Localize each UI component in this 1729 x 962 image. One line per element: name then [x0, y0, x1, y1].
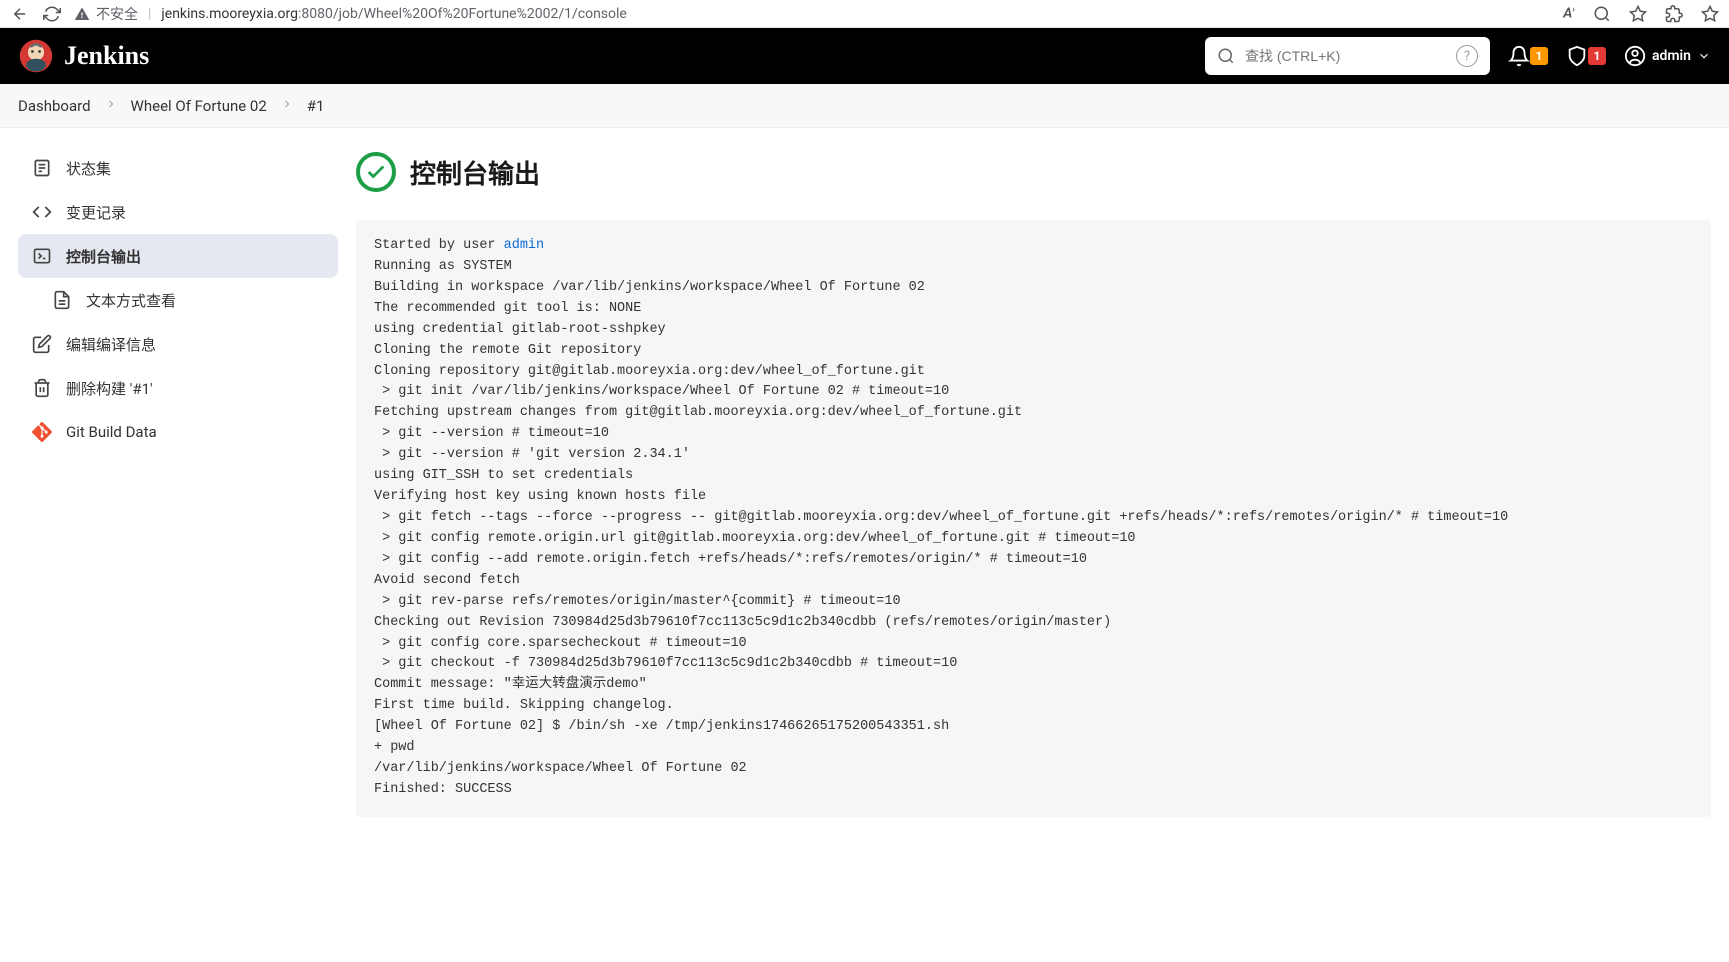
search-box[interactable]: ?: [1205, 37, 1490, 75]
user-icon: [1624, 45, 1646, 67]
sidebar-item-git-build-data[interactable]: Git Build Data: [18, 410, 338, 454]
sidebar-item-label: 控制台输出: [66, 246, 141, 267]
user-menu[interactable]: admin: [1624, 45, 1711, 67]
url-text: jenkins.mooreyxia.org:8080/job/Wheel%20O…: [161, 6, 626, 22]
extensions-icon[interactable]: [1665, 5, 1683, 23]
jenkins-logo-icon: [18, 38, 54, 74]
sidebar-item-label: 文本方式查看: [86, 290, 176, 311]
user-name: admin: [1652, 48, 1691, 64]
document-icon: [32, 158, 52, 178]
zoom-icon[interactable]: [1593, 5, 1611, 23]
breadcrumb-build[interactable]: #1: [307, 97, 325, 115]
read-aloud-icon[interactable]: A›: [1563, 5, 1575, 22]
url-separator: |: [148, 6, 151, 22]
sidebar-item-label: 变更记录: [66, 202, 126, 223]
security-badge: 1: [1588, 47, 1606, 65]
refresh-button[interactable]: [42, 4, 62, 24]
sidebar-item-changes[interactable]: 变更记录: [18, 190, 338, 234]
console-prefix: Started by user: [374, 238, 504, 253]
edit-icon: [32, 334, 52, 354]
sidebar-item-edit-build-info[interactable]: 编辑编译信息: [18, 322, 338, 366]
terminal-icon: [32, 246, 52, 266]
search-help-icon[interactable]: ?: [1456, 45, 1478, 67]
collections-icon[interactable]: [1701, 5, 1719, 23]
back-button[interactable]: [10, 4, 30, 24]
browser-right-controls: A›: [1563, 5, 1719, 23]
favorite-icon[interactable]: [1629, 5, 1647, 23]
search-icon: [1217, 47, 1235, 65]
warning-icon: [74, 6, 90, 22]
sidebar-item-label: 编辑编译信息: [66, 334, 156, 355]
notifications-badge: 1: [1530, 47, 1548, 65]
jenkins-header: Jenkins ? 1 1 admin: [0, 28, 1729, 84]
sidebar-item-label: Git Build Data: [66, 423, 157, 441]
search-input[interactable]: [1245, 48, 1446, 64]
breadcrumb: Dashboard Wheel Of Fortune 02 #1: [0, 84, 1729, 128]
jenkins-brand-text: Jenkins: [64, 41, 149, 71]
sidebar-item-delete-build[interactable]: 删除构建 '#1': [18, 366, 338, 410]
bell-icon: [1508, 45, 1530, 67]
file-text-icon: [52, 290, 72, 310]
sidebar-item-plaintext[interactable]: 文本方式查看: [18, 278, 338, 322]
sidebar-item-label: 状态集: [66, 158, 111, 179]
git-icon: [32, 422, 52, 442]
browser-toolbar: 不安全 | jenkins.mooreyxia.org:8080/job/Whe…: [0, 0, 1729, 28]
trash-icon: [32, 378, 52, 398]
chevron-right-icon: [281, 98, 293, 114]
url-bar[interactable]: 不安全 | jenkins.mooreyxia.org:8080/job/Whe…: [74, 4, 1551, 24]
page-title: 控制台输出: [410, 154, 540, 191]
shield-icon: [1566, 45, 1588, 67]
sidebar-item-console[interactable]: 控制台输出: [18, 234, 338, 278]
breadcrumb-job[interactable]: Wheel Of Fortune 02: [131, 97, 267, 115]
not-secure-label: 不安全: [96, 4, 138, 24]
chevron-right-icon: [105, 98, 117, 114]
sidebar: 状态集 变更记录 控制台输出 文本方式查看 编辑编译信息 删除构建 '#1' G…: [18, 146, 338, 817]
security-button[interactable]: 1: [1566, 45, 1606, 67]
success-status-icon: [356, 152, 396, 192]
breadcrumb-dashboard[interactable]: Dashboard: [18, 97, 91, 115]
notifications-button[interactable]: 1: [1508, 45, 1548, 67]
console-user-link[interactable]: admin: [504, 238, 545, 253]
sidebar-item-label: 删除构建 '#1': [66, 378, 153, 399]
code-icon: [32, 202, 52, 222]
main-content: 控制台输出 Started by user admin Running as S…: [356, 146, 1711, 817]
console-body: Running as SYSTEM Building in workspace …: [374, 259, 1508, 797]
jenkins-logo[interactable]: Jenkins: [18, 38, 149, 74]
not-secure-badge: 不安全: [74, 4, 138, 24]
sidebar-item-status[interactable]: 状态集: [18, 146, 338, 190]
console-output: Started by user admin Running as SYSTEM …: [356, 220, 1711, 817]
chevron-down-icon: [1697, 49, 1711, 63]
